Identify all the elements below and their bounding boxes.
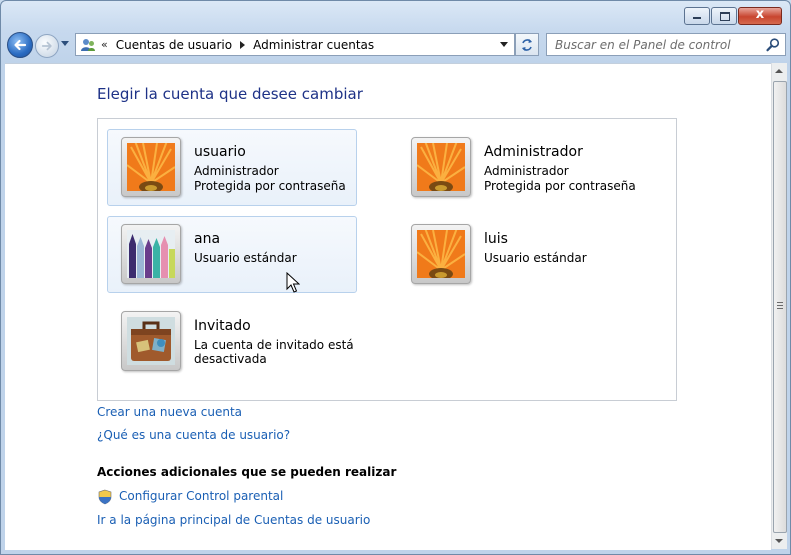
account-name: Invitado — [194, 318, 251, 334]
breadcrumb-separator-icon[interactable] — [240, 40, 246, 49]
scroll-down-icon[interactable] — [775, 539, 783, 543]
account-type: Administrador — [484, 164, 569, 178]
accounts-panel: usuario Administrador Protegida por cont… — [97, 118, 677, 401]
avatar — [411, 137, 471, 197]
additional-actions-heading: Acciones adicionales que se pueden reali… — [97, 465, 397, 479]
what-is-account-link[interactable]: ¿Qué es una cuenta de usuario? — [97, 428, 290, 442]
user-accounts-home-link[interactable]: Ir a la página principal de Cuentas de u… — [97, 513, 370, 527]
account-status: La cuenta de invitado está desactivada — [194, 338, 354, 366]
flower-picture-icon — [127, 143, 175, 191]
avatar — [121, 311, 181, 371]
grip-icon — [777, 302, 783, 309]
forward-arrow-icon — [41, 41, 52, 51]
account-protection: Protegida por contraseña — [194, 179, 346, 193]
breadcrumb-cuentas-de-usuario[interactable]: Cuentas de usuario — [116, 38, 232, 52]
account-tile-luis[interactable]: luis Usuario estándar — [397, 216, 647, 293]
account-tile-invitado[interactable]: Invitado La cuenta de invitado está desa… — [107, 303, 429, 380]
close-icon: x — [755, 7, 765, 22]
flower-picture-icon — [417, 143, 465, 191]
recent-pages-dropdown[interactable] — [61, 41, 69, 46]
account-tile-administrador[interactable]: Administrador Administrador Protegida po… — [397, 129, 647, 206]
minimize-icon — [693, 17, 701, 19]
forward-button[interactable] — [35, 34, 59, 58]
uac-shield-icon — [97, 489, 113, 505]
account-name: luis — [484, 231, 508, 247]
back-arrow-icon — [14, 39, 27, 51]
minimize-button[interactable] — [684, 7, 710, 25]
flower-picture-icon — [417, 230, 465, 278]
avatar — [121, 137, 181, 197]
avatar — [121, 224, 181, 284]
avatar — [411, 224, 471, 284]
caption-buttons: x — [684, 7, 782, 25]
account-type: Usuario estándar — [484, 251, 587, 265]
back-button[interactable] — [7, 32, 33, 58]
breadcrumb-overflow-chevron[interactable]: « — [101, 38, 108, 51]
close-button[interactable]: x — [738, 7, 782, 25]
maximize-button[interactable] — [711, 7, 737, 25]
account-name: usuario — [194, 144, 246, 160]
create-account-link[interactable]: Crear una nueva cuenta — [97, 405, 242, 419]
address-bar[interactable]: « Cuentas de usuario Administrar cuentas — [75, 33, 515, 56]
search-icon[interactable] — [765, 37, 781, 53]
account-name: ana — [194, 231, 221, 247]
account-name: Administrador — [484, 144, 583, 160]
account-tile-ana[interactable]: ana Usuario estándar — [107, 216, 357, 293]
page-title: Elegir la cuenta que desee cambiar — [97, 85, 363, 103]
search-box[interactable] — [546, 33, 786, 56]
refresh-button[interactable] — [515, 33, 539, 56]
maximize-icon — [720, 12, 730, 21]
address-dropdown-icon[interactable] — [500, 42, 508, 47]
account-tile-usuario[interactable]: usuario Administrador Protegida por cont… — [107, 129, 357, 206]
scroll-up-icon[interactable] — [775, 69, 783, 73]
vertical-scrollbar[interactable] — [771, 63, 787, 549]
scrollbar-thumb[interactable] — [773, 81, 787, 533]
account-type: Administrador — [194, 164, 279, 178]
mouse-cursor-icon — [286, 272, 300, 293]
breadcrumb-administrar-cuentas[interactable]: Administrar cuentas — [253, 38, 374, 52]
content-area: Elegir la cuenta que desee cambiar usuar… — [5, 63, 771, 550]
account-type: Usuario estándar — [194, 251, 297, 265]
parental-control-link[interactable]: Configurar Control parental — [119, 489, 283, 503]
account-protection: Protegida por contraseña — [484, 179, 636, 193]
search-input[interactable] — [553, 36, 765, 53]
crayons-picture-icon — [127, 230, 175, 278]
refresh-icon — [522, 38, 532, 51]
control-panel-window: x « Cuentas de usuario Administrar cuent… — [0, 0, 791, 555]
suitcase-picture-icon — [127, 317, 175, 365]
navigation-bar: « Cuentas de usuario Administrar cuentas — [1, 31, 790, 59]
user-accounts-icon — [80, 37, 96, 53]
